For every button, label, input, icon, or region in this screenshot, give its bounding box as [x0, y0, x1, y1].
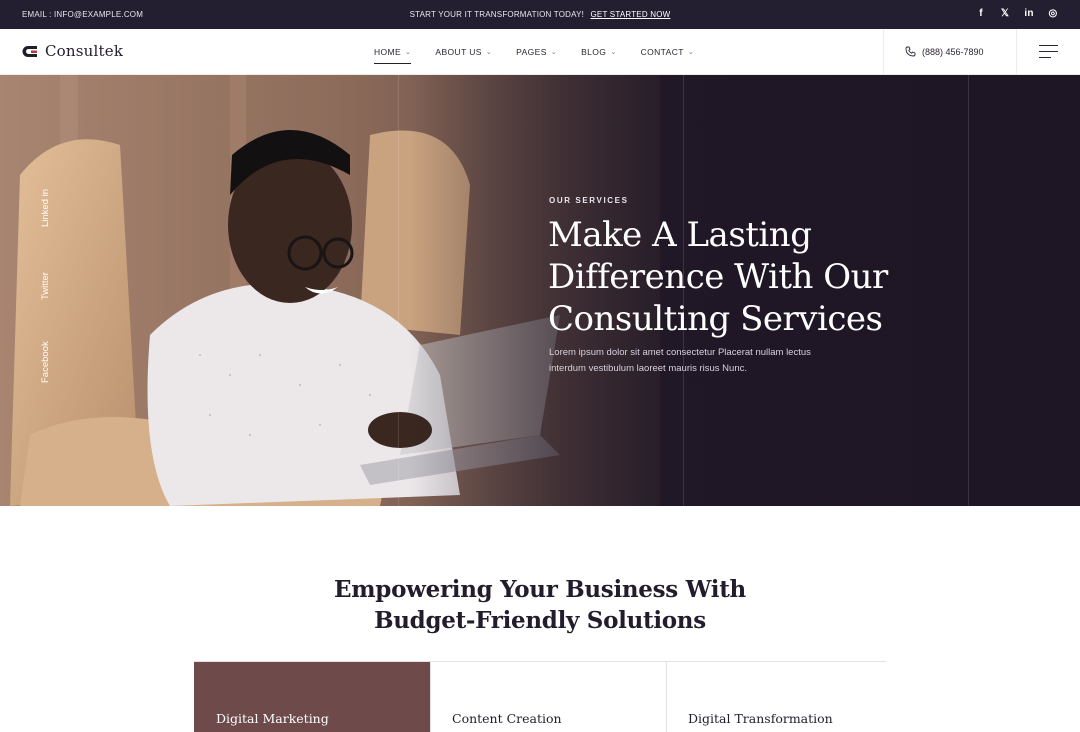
nav-pages-label: PAGES	[516, 47, 547, 57]
service-tab-label: Digital Transformation	[688, 711, 833, 726]
nav-about-us[interactable]: ABOUT US ⌄	[435, 47, 492, 57]
chevron-down-icon: ⌄	[550, 49, 558, 56]
chevron-down-icon: ⌄	[687, 49, 695, 56]
nav-blog[interactable]: BLOG ⌄	[581, 47, 617, 57]
consultek-logo-icon	[22, 45, 37, 57]
section-title-line: Budget-Friendly Solutions	[374, 607, 706, 634]
hero-title-line: Consulting Services	[548, 299, 883, 339]
grid-line	[398, 75, 399, 506]
nav-contact[interactable]: CONTACT ⌄	[641, 47, 695, 57]
brand-name: Consultek	[45, 42, 124, 60]
phone-number: (888) 456-7890	[922, 46, 984, 57]
chevron-down-icon: ⌄	[485, 49, 493, 56]
facebook-icon[interactable]: f	[976, 8, 986, 19]
side-link-facebook[interactable]: Facebook	[40, 341, 51, 383]
get-started-link[interactable]: GET STARTED NOW	[590, 10, 670, 19]
main-nav: HOME ⌄ ABOUT US ⌄ PAGES ⌄ BLOG ⌄ CONTACT ⌄	[374, 47, 695, 64]
grid-line	[968, 75, 969, 506]
phone-icon	[905, 46, 916, 57]
logo[interactable]: Consultek	[22, 42, 123, 60]
hero-title-line: Difference With Our	[548, 257, 888, 297]
service-tab-digital-transformation[interactable]: Digital Transformation	[666, 662, 886, 732]
hero-title-line: Make A Lasting	[548, 215, 812, 255]
chevron-down-icon: ⌄	[610, 49, 617, 56]
nav-about-label: ABOUT US	[435, 47, 482, 57]
promo-banner: START YOUR IT TRANSFORMATION TODAY! GET …	[0, 10, 1080, 19]
promo-text: START YOUR IT TRANSFORMATION TODAY!	[409, 10, 585, 19]
hero-description: Lorem ipsum dolor sit amet consectetur P…	[549, 347, 811, 374]
service-tabs: Digital Marketing Content Creation Digit…	[194, 661, 886, 732]
nav-blog-label: BLOG	[581, 47, 607, 57]
linkedin-icon[interactable]: in	[1024, 8, 1034, 19]
side-link-linkedin[interactable]: Linked in	[40, 189, 51, 227]
hero-eyebrow: OUR SERVICES	[549, 196, 629, 205]
service-tab-content-creation[interactable]: Content Creation	[430, 662, 666, 732]
social-links: f 𝕏 in ◎	[976, 8, 1058, 19]
nav-home[interactable]: HOME ⌄	[374, 47, 412, 64]
nav-contact-label: CONTACT	[640, 47, 684, 57]
service-tab-digital-marketing[interactable]: Digital Marketing	[194, 662, 430, 732]
nav-pages[interactable]: PAGES ⌄	[516, 47, 557, 57]
side-link-twitter[interactable]: Twitter	[40, 272, 51, 300]
service-tab-label: Content Creation	[452, 711, 562, 726]
phone-contact[interactable]: (888) 456-7890	[905, 46, 984, 57]
main-header: Consultek HOME ⌄ ABOUT US ⌄ PAGES ⌄ BLOG ⌄ C…	[0, 29, 1080, 75]
header-divider	[1016, 29, 1017, 75]
header-divider	[883, 29, 884, 75]
hero-banner: Linked in Twitter Facebook OUR SERVICES …	[0, 75, 1080, 506]
hamburger-menu-icon[interactable]	[1039, 45, 1058, 59]
service-tab-label: Digital Marketing	[216, 711, 329, 726]
section-title-line: Empowering Your Business With	[334, 576, 746, 603]
section-title: Empowering Your Business With Budget-Fri…	[0, 574, 1080, 636]
nav-home-label: HOME	[374, 47, 402, 57]
hero-title: Make A Lasting Difference With Our Consu…	[548, 214, 928, 340]
top-bar: EMAIL : INFO@EXAMPLE.COM START YOUR IT T…	[0, 0, 1080, 29]
chevron-down-icon: ⌄	[405, 49, 412, 56]
instagram-icon[interactable]: ◎	[1048, 8, 1058, 19]
x-icon[interactable]: 𝕏	[1000, 8, 1010, 19]
